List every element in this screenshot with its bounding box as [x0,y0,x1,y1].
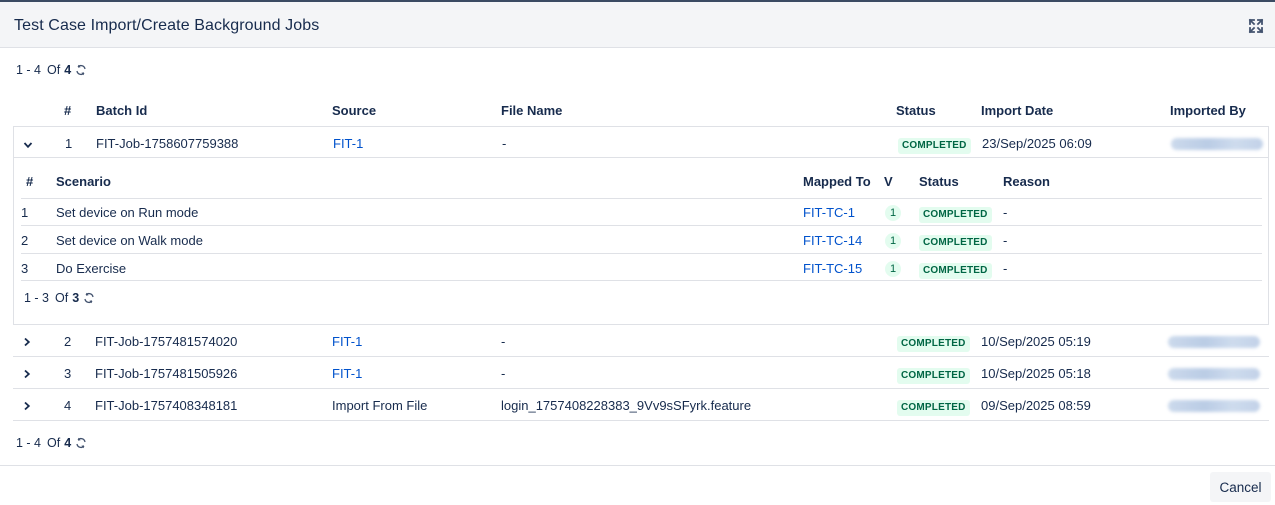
status-badge: COMPLETED [897,368,970,384]
row-index: 1 [65,136,73,151]
imported-by-avatar-name [1168,336,1260,348]
sub-col-status: Status [919,174,959,189]
expand-icon [1248,18,1264,34]
table-row[interactable]: 4 FIT-Job-1757408348181 Import From File… [13,389,1269,421]
file-name: - [501,366,506,381]
chevron-right-icon [24,337,31,347]
batch-id: FIT-Job-1757481574020 [95,334,238,349]
file-name: - [502,136,507,151]
row-index: 3 [64,366,72,381]
col-import-date[interactable]: Import Date [981,103,1053,118]
source-link[interactable]: FIT-1 [332,334,362,349]
refresh-button[interactable] [75,64,87,76]
status-badge: COMPLETED [919,263,992,279]
refresh-icon [76,64,86,76]
scenario-index: 1 [21,205,29,220]
col-imported-by[interactable]: Imported By [1170,103,1246,118]
pager-bottom: 1 - 4 Of 4 [16,436,87,450]
sub-col-mapped-to: Mapped To [803,174,871,189]
pager-of: Of [55,291,69,305]
table-row[interactable]: 1 FIT-Job-1758607759388 FIT-1 - COMPLETE… [13,126,1269,158]
scenario-name: Set device on Walk mode [56,233,203,248]
refresh-icon [84,292,94,304]
source-link[interactable]: FIT-1 [333,136,363,151]
row-index: 4 [64,398,72,413]
chevron-right-icon [24,401,31,411]
dialog-footer [0,465,1275,505]
collapse-button[interactable] [22,139,34,151]
imported-by-avatar-name [1171,138,1263,150]
reason: - [1003,233,1008,248]
col-status[interactable]: Status [896,103,936,118]
status-badge: COMPLETED [919,235,992,251]
version-badge: 1 [885,233,901,249]
scenario-name: Set device on Run mode [56,205,199,220]
expand-row-button[interactable] [21,336,33,348]
dialog-header: Test Case Import/Create Background Jobs [0,2,1275,48]
cancel-button[interactable]: Cancel [1210,472,1271,502]
mapped-to-link[interactable]: FIT-TC-15 [803,261,862,276]
table-row[interactable]: 2 FIT-Job-1757481574020 FIT-1 - COMPLETE… [13,325,1269,357]
dialog-title: Test Case Import/Create Background Jobs [14,17,320,34]
scenario-row: 2 Set device on Walk mode FIT-TC-14 1 CO… [21,226,1262,254]
col-index: # [64,103,72,118]
pager-range: 1 - 4 [16,436,42,450]
job-details-panel: # Scenario Mapped To V Status Reason 1 S… [13,158,1269,325]
chevron-down-icon [23,142,33,149]
chevron-right-icon [24,369,31,379]
source-link[interactable]: FIT-1 [332,366,362,381]
pager-of: Of [47,436,61,450]
batch-id: FIT-Job-1757481505926 [95,366,238,381]
file-name: - [501,334,506,349]
scenario-index: 3 [21,261,29,276]
import-date: 23/Sep/2025 06:09 [982,136,1092,151]
reason: - [1003,261,1008,276]
pager-total: 4 [64,436,72,450]
status-badge: COMPLETED [919,207,992,223]
pager-of: Of [47,63,61,77]
refresh-icon [76,437,86,449]
table-row[interactable]: 3 FIT-Job-1757481505926 FIT-1 - COMPLETE… [13,357,1269,389]
pager-total: 4 [64,63,72,77]
source: Import From File [332,398,428,413]
expand-row-button[interactable] [21,400,33,412]
import-date: 09/Sep/2025 08:59 [981,398,1091,413]
scenario-index: 2 [21,233,29,248]
pager-top: 1 - 4 Of 4 [16,63,87,77]
file-name: login_1757408228383_9Vv9sSFyrk.feature [501,398,752,413]
status-badge: COMPLETED [897,336,970,352]
import-date: 10/Sep/2025 05:18 [981,366,1091,381]
col-file-name[interactable]: File Name [501,103,562,118]
version-badge: 1 [885,261,901,277]
sub-col-version: V [884,174,893,189]
pager-total: 3 [72,291,80,305]
status-badge: COMPLETED [898,138,971,154]
batch-id: FIT-Job-1758607759388 [96,136,239,151]
col-source[interactable]: Source [332,103,376,118]
mapped-to-link[interactable]: FIT-TC-14 [803,233,862,248]
scenario-row: 3 Do Exercise FIT-TC-15 1 COMPLETED - [21,254,1262,281]
version-badge: 1 [885,205,901,221]
sub-col-index: # [26,174,34,189]
col-batch-id[interactable]: Batch Id [96,103,147,118]
import-date: 10/Sep/2025 05:19 [981,334,1091,349]
mapped-to-link[interactable]: FIT-TC-1 [803,205,855,220]
refresh-button[interactable] [83,292,95,304]
imported-by-avatar-name [1168,400,1260,412]
sub-col-reason: Reason [1003,174,1050,189]
status-badge: COMPLETED [897,400,970,416]
refresh-button[interactable] [75,437,87,449]
reason: - [1003,205,1008,220]
fullscreen-button[interactable] [1245,15,1267,37]
sub-col-scenario: Scenario [56,174,111,189]
batch-id: FIT-Job-1757408348181 [95,398,238,413]
sub-pager: 1 - 3 Of 3 [24,291,95,305]
imported-by-avatar-name [1168,368,1260,380]
expand-row-button[interactable] [21,368,33,380]
row-index: 2 [64,334,72,349]
pager-range: 1 - 3 [24,291,50,305]
scenario-name: Do Exercise [56,261,127,276]
pager-range: 1 - 4 [16,63,42,77]
scenario-row: 1 Set device on Run mode FIT-TC-1 1 COMP… [21,198,1262,226]
